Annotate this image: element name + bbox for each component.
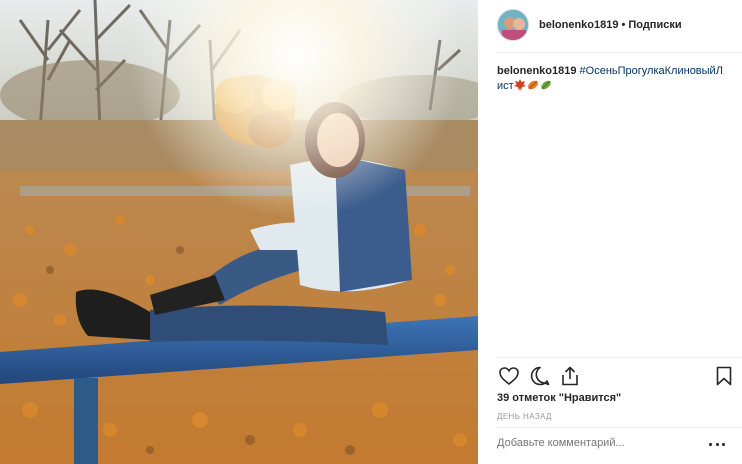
post-header: belonenko1819 • Подписки [478, 0, 742, 50]
post-actions [497, 364, 732, 390]
likes-count[interactable]: 39 отметок "Нравится" [497, 392, 621, 404]
like-button[interactable] [497, 364, 521, 388]
post-sidebar: belonenko1819 • Подписки belonenko1819 #Ос… [478, 0, 742, 464]
bookmark-icon [716, 366, 732, 386]
more-icon-dot [715, 442, 719, 446]
comment-input[interactable] [497, 437, 697, 449]
avatar[interactable] [497, 9, 529, 41]
leaf-emoji [540, 80, 551, 90]
post-photo-image [0, 0, 478, 464]
author-username[interactable]: belonenko1819 [539, 19, 618, 31]
fallen-leaf-emoji [527, 80, 538, 90]
heart-icon [499, 367, 519, 385]
more-icon-dot [722, 442, 725, 446]
post-caption: belonenko1819 #ОсеньПрогулкаКлиновыйЛист [497, 64, 729, 94]
more-options-button[interactable] [709, 438, 725, 450]
caption-username[interactable]: belonenko1819 [497, 65, 576, 77]
comment-icon [530, 366, 550, 386]
more-icon [709, 442, 712, 446]
following-button[interactable]: Подписки [628, 19, 681, 31]
maple-leaf-emoji [513, 79, 526, 91]
save-button[interactable] [712, 364, 736, 388]
separator-dot: • [621, 19, 626, 31]
divider [497, 357, 742, 358]
post-timestamp: день назад [497, 412, 552, 421]
post-photo[interactable] [0, 0, 478, 464]
avatar-image [498, 10, 528, 40]
share-button[interactable] [558, 364, 582, 388]
divider [497, 427, 742, 428]
header-text: belonenko1819 • Подписки [539, 19, 682, 31]
divider [497, 52, 742, 53]
share-icon [562, 366, 578, 386]
comment-button[interactable] [528, 364, 552, 388]
